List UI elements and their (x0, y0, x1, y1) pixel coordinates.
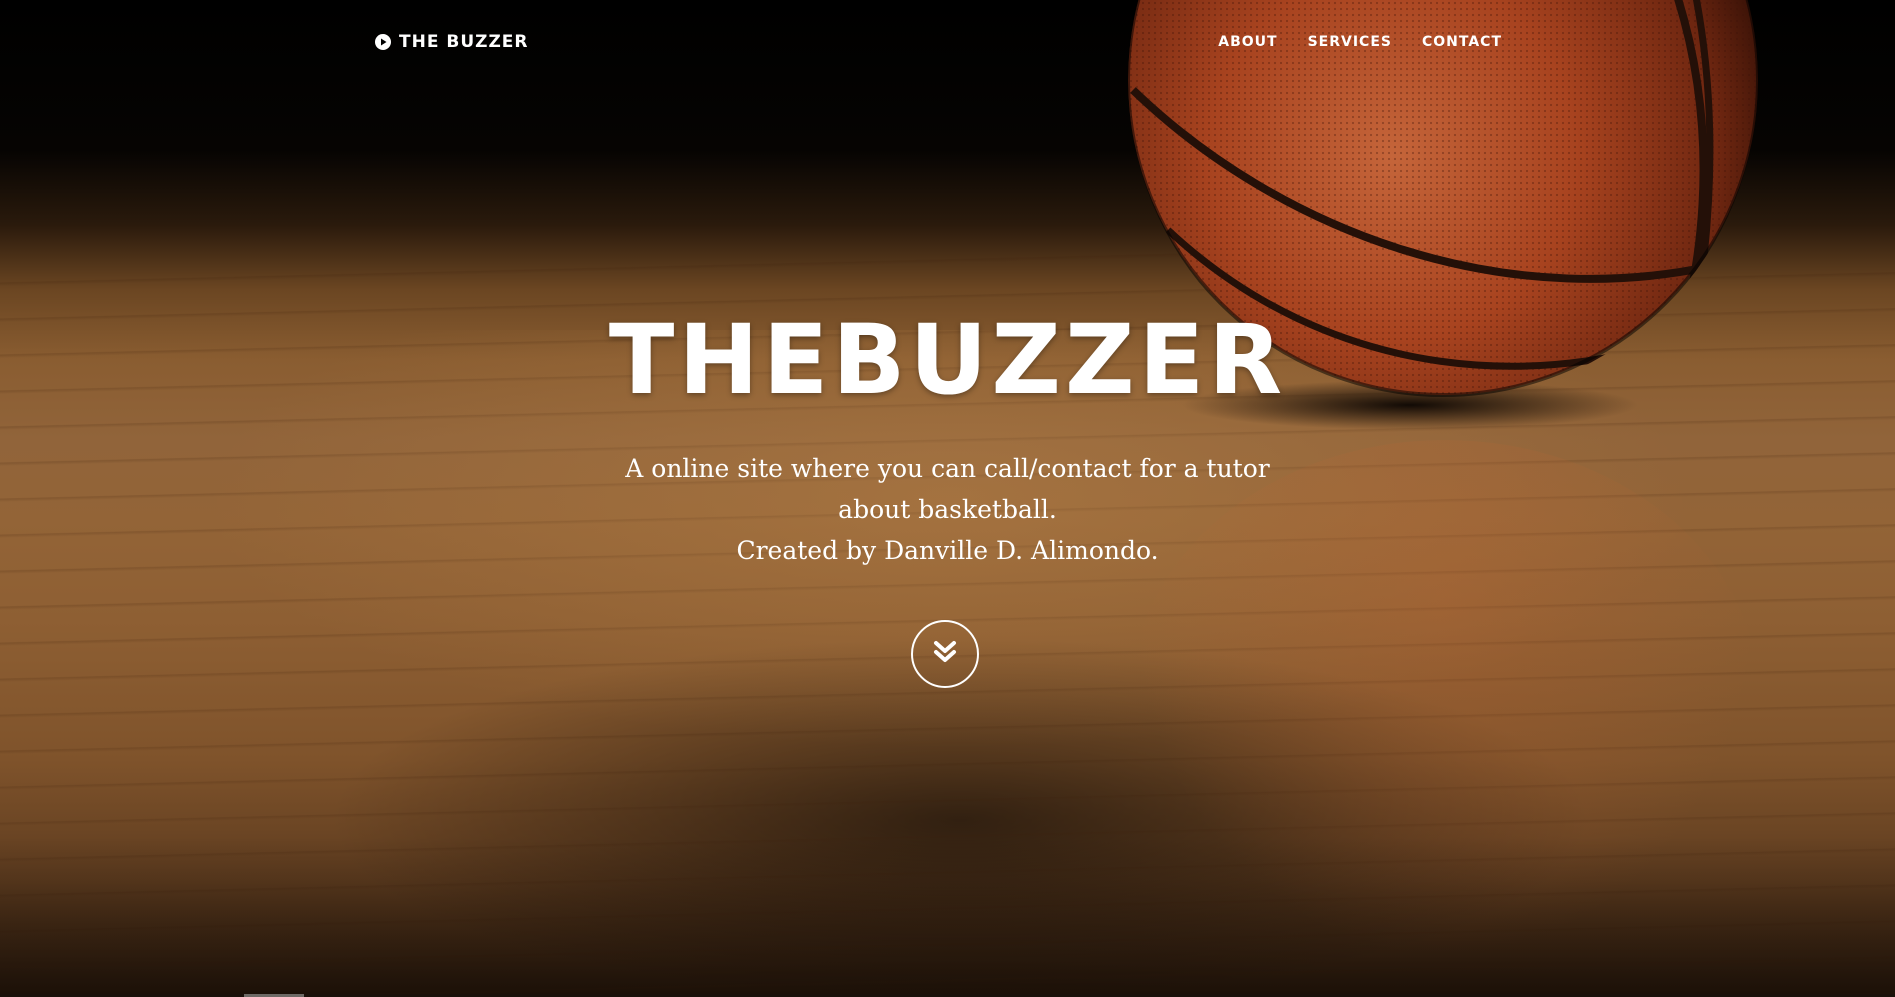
navbar: THE BUZZER ABOUT SERVICES CONTACT (0, 0, 1895, 88)
play-circle-icon (375, 34, 391, 50)
brand-label: THE BUZZER (399, 32, 529, 52)
intro-description: A online site where you can call/contact… (625, 454, 1270, 524)
bottom-shade (0, 837, 1895, 997)
intro-header: THE BUZZER ABOUT SERVICES CONTACT THEBUZ… (0, 0, 1895, 997)
intro-text: A online site where you can call/contact… (588, 448, 1308, 571)
scroll-down-button[interactable] (911, 620, 979, 688)
brand-link[interactable]: THE BUZZER (375, 32, 528, 52)
intro-body: THEBUZZER A online site where you can ca… (0, 300, 1895, 571)
nav-link-services[interactable]: SERVICES (1308, 34, 1392, 50)
nav-link-about[interactable]: ABOUT (1218, 34, 1277, 50)
double-chevron-down-icon (931, 638, 959, 671)
intro-credit: Created by Danville D. Alimondo. (736, 536, 1159, 565)
nav-link-contact[interactable]: CONTACT (1422, 34, 1502, 50)
nav-links: ABOUT SERVICES CONTACT (1188, 34, 1502, 50)
page-title: THEBUZZER (608, 304, 1287, 416)
